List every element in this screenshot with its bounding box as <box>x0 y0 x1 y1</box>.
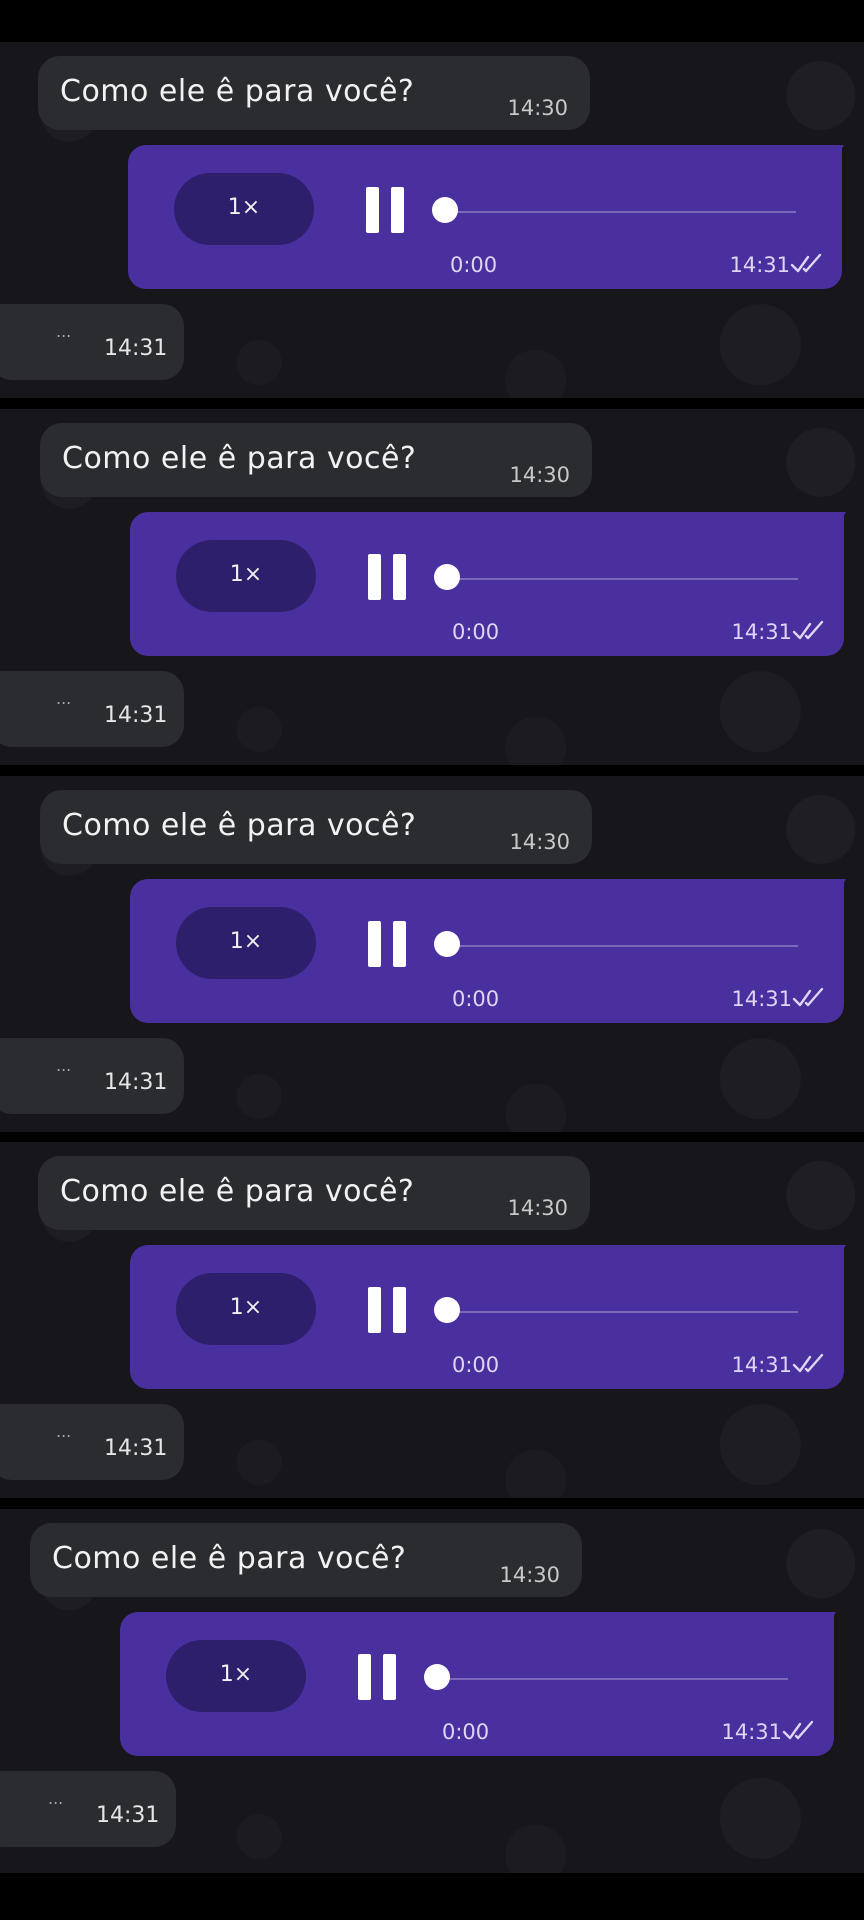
audio-progress-knob[interactable] <box>434 564 460 590</box>
incoming-message-bubble[interactable]: Como ele ê para você? 14:30 <box>40 790 592 864</box>
incoming-message-bubble[interactable]: Como ele ê para você? 14:30 <box>38 56 590 130</box>
voice-message-time: 14:31 <box>731 1353 792 1377</box>
audio-progress-track[interactable] <box>448 945 798 947</box>
voice-message-bubble[interactable]: 1× 0:00 14:31 <box>120 1612 834 1756</box>
playback-speed-button[interactable]: 1× <box>174 173 314 245</box>
reply-message-time: 14:31 <box>104 703 168 728</box>
voice-duration: 0:00 <box>452 620 500 644</box>
pause-icon[interactable] <box>358 1654 396 1700</box>
playback-speed-button[interactable]: 1× <box>176 540 316 612</box>
playback-speed-label: 1× <box>227 195 261 220</box>
playback-speed-button[interactable]: 1× <box>176 907 316 979</box>
incoming-message-bubble[interactable]: Como ele ê para você? 14:30 <box>38 1156 590 1230</box>
chat-panel: Como ele ê para você? 14:30 1× 0:00 14:3… <box>0 1509 864 1873</box>
playback-speed-button[interactable]: 1× <box>176 1273 316 1345</box>
pause-icon[interactable] <box>368 1287 406 1333</box>
double-check-icon <box>790 253 822 273</box>
incoming-message-text: Como ele ê para você? <box>60 74 415 109</box>
voice-message-bubble[interactable]: 1× 0:00 14:31 <box>130 512 844 656</box>
reply-message-bubble[interactable]: ... 14:31 <box>0 1404 184 1480</box>
reply-message-time: 14:31 <box>104 1070 168 1095</box>
reply-message-bubble[interactable]: ... 14:31 <box>0 1038 184 1114</box>
playback-speed-label: 1× <box>229 1295 263 1320</box>
voice-duration: 0:00 <box>452 1353 500 1377</box>
playback-speed-button[interactable]: 1× <box>166 1640 306 1712</box>
incoming-message-text: Como ele ê para você? <box>52 1541 407 1576</box>
voice-message-time: 14:31 <box>721 1720 782 1744</box>
incoming-message-bubble[interactable]: Como ele ê para você? 14:30 <box>30 1523 582 1597</box>
chat-panel: Como ele ê para você? 14:30 1× 0:00 14:3… <box>0 1142 864 1498</box>
pause-icon[interactable] <box>368 921 406 967</box>
audio-progress-knob[interactable] <box>434 1297 460 1323</box>
pause-icon[interactable] <box>366 187 404 233</box>
incoming-message-time: 14:30 <box>499 1563 560 1587</box>
audio-progress-track[interactable] <box>438 1678 788 1680</box>
incoming-message-time: 14:30 <box>507 96 568 120</box>
audio-progress-knob[interactable] <box>434 931 460 957</box>
audio-progress-knob[interactable] <box>432 197 458 223</box>
audio-progress-track[interactable] <box>446 211 796 213</box>
reply-message-bubble[interactable]: ... 14:31 <box>0 304 184 380</box>
reply-message-text: ... <box>56 322 72 341</box>
voice-message-bubble[interactable]: 1× 0:00 14:31 <box>130 1245 844 1389</box>
incoming-message-time: 14:30 <box>509 463 570 487</box>
voice-duration: 0:00 <box>452 987 500 1011</box>
audio-progress-track[interactable] <box>448 1311 798 1313</box>
voice-message-bubble[interactable]: 1× 0:00 14:31 <box>128 145 842 289</box>
incoming-message-bubble[interactable]: Como ele ê para você? 14:30 <box>40 423 592 497</box>
chat-panel: Como ele ê para você? 14:30 1× 0:00 14:3… <box>0 409 864 765</box>
incoming-message-text: Como ele ê para você? <box>62 441 417 476</box>
playback-speed-label: 1× <box>229 562 263 587</box>
voice-message-time: 14:31 <box>729 253 790 277</box>
double-check-icon <box>792 987 824 1007</box>
chat-panel: Como ele ê para você? 14:30 1× 0:00 14:3… <box>0 776 864 1132</box>
reply-message-bubble[interactable]: ... 14:31 <box>0 671 184 747</box>
reply-message-time: 14:31 <box>104 1436 168 1461</box>
incoming-message-time: 14:30 <box>509 830 570 854</box>
voice-message-time: 14:31 <box>731 987 792 1011</box>
incoming-message-text: Como ele ê para você? <box>62 808 417 843</box>
reply-message-time: 14:31 <box>104 336 168 361</box>
voice-message-bubble[interactable]: 1× 0:00 14:31 <box>130 879 844 1023</box>
reply-message-text: ... <box>56 689 72 708</box>
reply-message-bubble[interactable]: ... 14:31 <box>0 1771 176 1847</box>
voice-duration: 0:00 <box>450 253 498 277</box>
reply-message-time: 14:31 <box>96 1803 160 1828</box>
reply-message-text: ... <box>56 1422 72 1441</box>
incoming-message-text: Como ele ê para você? <box>60 1174 415 1209</box>
chat-panel: Como ele ê para você? 14:30 1× 0:00 14:3… <box>0 42 864 398</box>
reply-message-text: ... <box>48 1789 64 1808</box>
playback-speed-label: 1× <box>219 1662 253 1687</box>
double-check-icon <box>792 1353 824 1373</box>
voice-duration: 0:00 <box>442 1720 490 1744</box>
double-check-icon <box>782 1720 814 1740</box>
pause-icon[interactable] <box>368 554 406 600</box>
playback-speed-label: 1× <box>229 929 263 954</box>
voice-message-time: 14:31 <box>731 620 792 644</box>
double-check-icon <box>792 620 824 640</box>
screenshot-stage: Como ele ê para você? 14:30 1× 0:00 14:3… <box>0 0 864 1920</box>
incoming-message-time: 14:30 <box>507 1196 568 1220</box>
audio-progress-knob[interactable] <box>424 1664 450 1690</box>
reply-message-text: ... <box>56 1056 72 1075</box>
audio-progress-track[interactable] <box>448 578 798 580</box>
